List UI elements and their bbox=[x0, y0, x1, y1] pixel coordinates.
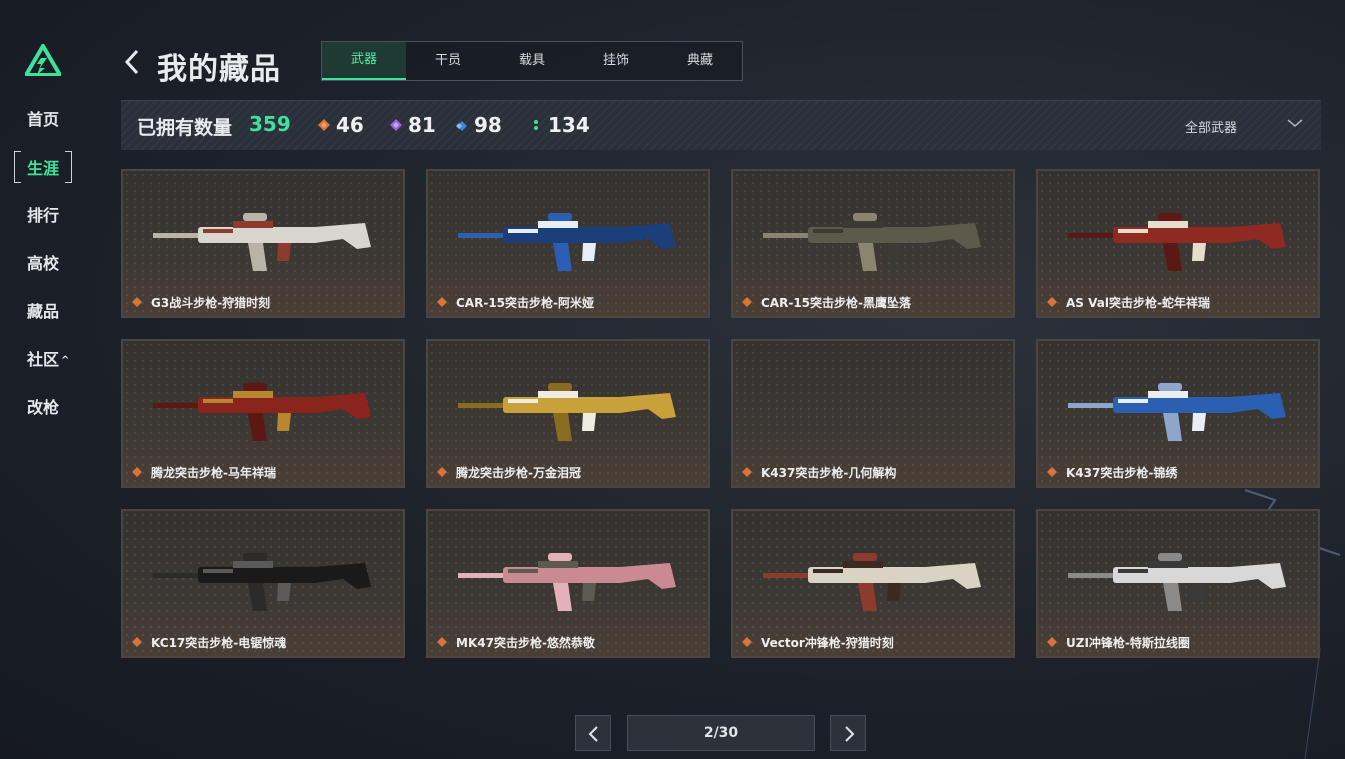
orange-gem-icon bbox=[742, 297, 752, 307]
weapon-card[interactable]: Vector冲锋枪-狩猎时刻 bbox=[731, 509, 1015, 658]
sidebar-item-home[interactable]: 首页 bbox=[27, 106, 59, 130]
orange-gem-icon bbox=[437, 637, 447, 647]
rarity-count-value: 46 bbox=[336, 113, 364, 137]
purple-gem-icon bbox=[390, 119, 402, 131]
page-title: 我的藏品 bbox=[157, 52, 281, 87]
weapon-filter-dropdown[interactable]: 全部武器 bbox=[1185, 117, 1237, 136]
tab-collectibles[interactable]: 典藏 bbox=[658, 42, 742, 80]
orange-gem-icon bbox=[742, 467, 752, 477]
weapon-card[interactable]: K437突击步枪-锦绣 bbox=[1036, 339, 1320, 488]
tab-weapons[interactable]: 武器 bbox=[322, 42, 406, 80]
weapon-card[interactable]: CAR-15突击步枪-阿米娅 bbox=[426, 169, 710, 318]
weapon-image bbox=[763, 213, 981, 271]
page-indicator: 2/30 bbox=[627, 715, 815, 751]
blue-rarity-count: 98 bbox=[456, 113, 502, 137]
orange-gem-icon bbox=[1047, 467, 1057, 477]
weapon-card[interactable]: AS Val突击步枪-蛇年祥瑞 bbox=[1036, 169, 1320, 318]
chevron-right-icon bbox=[845, 726, 855, 742]
app-logo-icon[interactable] bbox=[25, 44, 61, 76]
weapon-image bbox=[153, 213, 371, 271]
orange-gem-icon bbox=[132, 297, 142, 307]
weapon-card[interactable]: K437突击步枪-几何解构 bbox=[731, 339, 1015, 488]
weapon-image bbox=[1068, 553, 1286, 611]
orange-gem-icon bbox=[437, 467, 447, 477]
weapon-image bbox=[763, 553, 981, 611]
rarity-count-value: 81 bbox=[408, 113, 436, 137]
orange-rarity-count: 46 bbox=[318, 113, 364, 137]
weapon-name: UZI冲锋枪-特斯拉线圈 bbox=[1066, 636, 1190, 650]
category-tabs: 武器 干员 载具 挂饰 典藏 bbox=[321, 41, 743, 81]
sidebar-item-label: 排行 bbox=[27, 206, 60, 225]
weapon-image bbox=[1068, 213, 1286, 271]
chevron-down-icon[interactable] bbox=[1287, 118, 1303, 128]
orange-gem-icon bbox=[132, 637, 142, 647]
weapon-image bbox=[153, 383, 371, 441]
chevron-up-icon: ^ bbox=[61, 355, 70, 366]
tab-operators[interactable]: 干员 bbox=[406, 42, 490, 80]
weapon-image bbox=[1068, 383, 1286, 441]
sidebar-item-label: 生涯 bbox=[27, 159, 60, 178]
weapon-name: 腾龙突击步枪-万金泪冠 bbox=[456, 466, 581, 480]
weapon-name: Vector冲锋枪-狩猎时刻 bbox=[761, 636, 894, 650]
sidebar-item-ranking[interactable]: 排行 bbox=[27, 202, 59, 226]
weapon-name: AS Val突击步枪-蛇年祥瑞 bbox=[1066, 296, 1210, 310]
sidebar-item-label: 高校 bbox=[27, 254, 60, 273]
weapon-name: K437突击步枪-锦绣 bbox=[1066, 466, 1178, 480]
weapon-name: G3战斗步枪-狩猎时刻 bbox=[151, 296, 271, 310]
weapon-card[interactable]: CAR-15突击步枪-黑鹰坠落 bbox=[731, 169, 1015, 318]
orange-gem-icon bbox=[1047, 297, 1057, 307]
orange-gem-icon bbox=[1047, 637, 1057, 647]
back-arrow-icon[interactable] bbox=[124, 48, 140, 76]
sidebar-item-label: 改枪 bbox=[27, 398, 60, 417]
orange-gem-icon bbox=[318, 119, 330, 131]
green-gem-icon bbox=[534, 120, 538, 130]
weapon-card[interactable]: 腾龙突击步枪-万金泪冠 bbox=[426, 339, 710, 488]
orange-gem-icon bbox=[742, 637, 752, 647]
chevron-left-icon bbox=[588, 726, 598, 742]
rarity-count-value: 134 bbox=[548, 113, 590, 137]
sidebar-item-university[interactable]: 高校 bbox=[27, 250, 59, 274]
sidebar: 首页 生涯 排行 高校 藏品 社区 ^ 改枪 bbox=[0, 0, 90, 759]
weapon-name: MK47突击步枪-悠然恭敬 bbox=[456, 636, 595, 650]
weapon-name: CAR-15突击步枪-阿米娅 bbox=[456, 296, 594, 310]
green-rarity-count: 134 bbox=[530, 113, 590, 137]
weapon-card[interactable]: MK47突击步枪-悠然恭敬 bbox=[426, 509, 710, 658]
sidebar-item-career[interactable]: 生涯 bbox=[14, 151, 73, 183]
orange-gem-icon bbox=[437, 297, 447, 307]
tab-vehicles[interactable]: 载具 bbox=[490, 42, 574, 80]
prev-page-button[interactable] bbox=[575, 715, 611, 751]
sidebar-item-label: 社区 bbox=[27, 350, 60, 369]
sidebar-item-community[interactable]: 社区 ^ bbox=[27, 346, 69, 370]
weapon-name: CAR-15突击步枪-黑鹰坠落 bbox=[761, 296, 911, 310]
weapon-card[interactable]: G3战斗步枪-狩猎时刻 bbox=[121, 169, 405, 318]
blue-gem-icon bbox=[456, 121, 467, 131]
tab-charms[interactable]: 挂饰 bbox=[574, 42, 658, 80]
weapon-card[interactable]: KC17突击步枪-电锯惊魂 bbox=[121, 509, 405, 658]
weapon-image bbox=[458, 383, 676, 441]
weapon-card[interactable]: 腾龙突击步枪-马年祥瑞 bbox=[121, 339, 405, 488]
purple-rarity-count: 81 bbox=[390, 113, 436, 137]
weapon-card[interactable]: UZI冲锋枪-特斯拉线圈 bbox=[1036, 509, 1320, 658]
owned-count-label: 已拥有数量 bbox=[137, 117, 233, 139]
weapon-image bbox=[458, 213, 676, 271]
sidebar-item-label: 藏品 bbox=[27, 302, 60, 321]
weapon-image bbox=[153, 553, 371, 611]
next-page-button[interactable] bbox=[830, 715, 866, 751]
weapon-image bbox=[458, 553, 676, 611]
sidebar-item-gunsmith[interactable]: 改枪 bbox=[27, 394, 59, 418]
rarity-count-value: 98 bbox=[474, 113, 502, 137]
weapon-name: KC17突击步枪-电锯惊魂 bbox=[151, 636, 287, 650]
collection-stats-bar: 已拥有数量 359 46 81 98 134 全部武器 bbox=[121, 100, 1321, 150]
sidebar-item-label: 首页 bbox=[27, 110, 60, 129]
sidebar-item-collection[interactable]: 藏品 bbox=[27, 298, 59, 322]
weapon-name: 腾龙突击步枪-马年祥瑞 bbox=[151, 466, 276, 480]
owned-count-value: 359 bbox=[249, 112, 291, 136]
weapon-name: K437突击步枪-几何解构 bbox=[761, 466, 897, 480]
orange-gem-icon bbox=[132, 467, 142, 477]
